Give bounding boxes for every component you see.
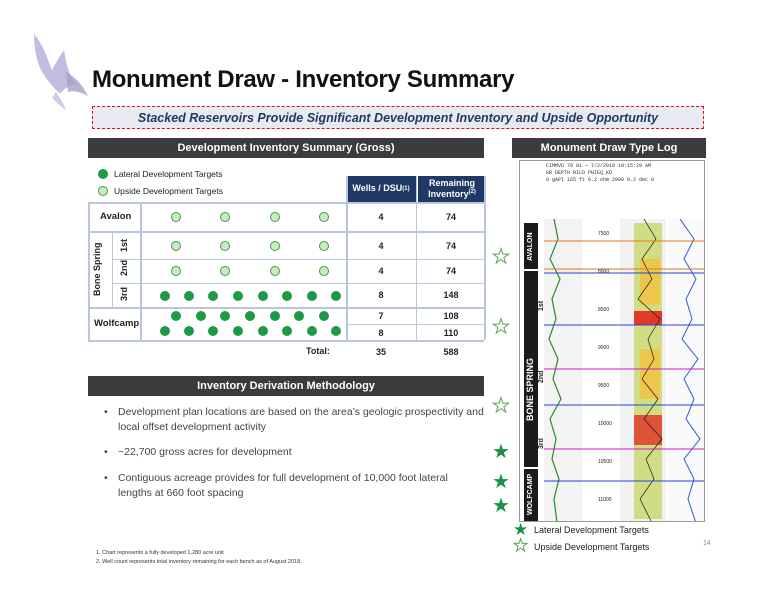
upside-well-dot	[270, 212, 280, 222]
upside-star-icon: ★	[492, 395, 511, 417]
upside-well-dot	[220, 266, 230, 276]
legend-upside: Upside Development Targets	[98, 186, 223, 196]
lateral-well-dot	[233, 291, 243, 301]
remaining-wolfcamp-2: 110	[443, 328, 459, 338]
total-label: Total:	[306, 346, 330, 356]
methodology-header: Inventory Derivation Methodology	[88, 376, 484, 396]
lateral-well-dot	[171, 311, 181, 321]
upside-well-dot	[171, 266, 181, 276]
footnote-1: 1. Chart represents a fully developed 1,…	[96, 550, 224, 556]
lateral-well-dot	[258, 326, 268, 336]
remaining-2nd: 74	[445, 266, 456, 276]
upside-well-dot	[319, 241, 329, 251]
log-tracks	[544, 219, 704, 521]
page-title: Monument Draw - Inventory Summary	[92, 66, 515, 93]
upside-well-dot	[319, 212, 329, 222]
lateral-well-dot	[307, 326, 317, 336]
log-legend-lateral: Lateral Development Targets	[534, 525, 649, 535]
bullet-item: Development plan locations are based on …	[104, 405, 484, 434]
page-number: 14	[703, 540, 711, 547]
upside-well-dot	[319, 266, 329, 276]
wells-avalon: 4	[378, 212, 384, 222]
upside-dot-icon	[98, 186, 108, 196]
wells-wolfcamp-2: 8	[378, 328, 384, 338]
bullet-item: ~22,700 gross acres for development	[104, 445, 484, 460]
lateral-well-dot	[282, 291, 292, 301]
lateral-well-dot	[307, 291, 317, 301]
lateral-well-dot	[196, 311, 206, 321]
wells-2nd: 4	[378, 266, 384, 276]
lateral-star-icon: ★	[492, 441, 510, 463]
lateral-well-dot	[294, 311, 304, 321]
total-wells: 35	[375, 347, 386, 357]
remaining-1st: 74	[445, 241, 456, 251]
row-label-wolfcamp: Wolfcamp	[94, 318, 140, 329]
company-logo	[34, 34, 88, 110]
legend-lateral: Lateral Development Targets	[98, 169, 223, 179]
zone-wolfcamp: WOLFCAMP	[527, 473, 534, 515]
row-label-1st: 1st	[119, 238, 129, 252]
total-remaining: 588	[443, 347, 459, 357]
lateral-well-dot	[319, 311, 329, 321]
banner: Stacked Reservoirs Provide Significant D…	[92, 106, 704, 129]
remaining-avalon: 74	[445, 212, 456, 222]
row-label-2nd: 2nd	[119, 259, 129, 276]
row-label-bone-spring: Bone Spring	[92, 242, 102, 297]
lateral-dot-icon	[98, 169, 108, 179]
zone-avalon: AVALON	[527, 232, 534, 261]
lateral-well-dot	[331, 326, 341, 336]
upside-star-icon: ★	[492, 246, 511, 268]
row-label-3rd: 3rd	[119, 286, 129, 301]
wells-wolfcamp-1: 7	[378, 311, 384, 321]
remaining-wolfcamp-1: 108	[443, 311, 459, 321]
wells-3rd: 8	[378, 290, 384, 300]
lateral-well-dot	[270, 311, 280, 321]
lateral-well-dot	[208, 291, 218, 301]
type-log-header: Monument Draw Type Log	[512, 138, 706, 158]
bullet-item: Contiguous acreage provides for full dev…	[104, 471, 484, 500]
zone-bone-spring: BONE SPRING	[525, 357, 535, 421]
upside-legend-star-icon: ★	[512, 536, 529, 555]
lateral-well-dot	[245, 311, 255, 321]
lateral-well-dot	[331, 291, 341, 301]
type-log-image: CIMMVD 79 81 — 7/2/2018 10:15:29 AM GR D…	[519, 160, 705, 522]
upside-well-dot	[220, 212, 230, 222]
upside-star-icon: ★	[492, 316, 511, 338]
lateral-well-dot	[184, 326, 194, 336]
log-legend-upside: Upside Development Targets	[534, 542, 650, 552]
lateral-well-dot	[258, 291, 268, 301]
lateral-star-icon: ★	[492, 471, 510, 493]
upside-well-dot	[171, 212, 181, 222]
lateral-well-dot	[184, 291, 194, 301]
methodology-list: Development plan locations are based on …	[104, 405, 484, 511]
upside-well-dot	[270, 266, 280, 276]
lateral-well-dot	[208, 326, 218, 336]
wells-dsu-header: Wells / DSU (1)	[346, 176, 416, 202]
row-label-avalon: Avalon	[100, 211, 132, 222]
lateral-star-icon: ★	[492, 495, 510, 517]
upside-well-dot	[270, 241, 280, 251]
footnote-2: 2. Well count represents total inventory…	[96, 559, 302, 565]
lateral-well-dot	[160, 291, 170, 301]
upside-well-dot	[220, 241, 230, 251]
lateral-well-dot	[233, 326, 243, 336]
inventory-summary-header: Development Inventory Summary (Gross)	[88, 138, 484, 158]
remaining-3rd: 148	[443, 290, 459, 300]
lateral-well-dot	[220, 311, 230, 321]
lateral-well-dot	[160, 326, 170, 336]
upside-well-dot	[171, 241, 181, 251]
wells-1st: 4	[378, 241, 384, 251]
lateral-well-dot	[282, 326, 292, 336]
remaining-inventory-header: Remaining Inventory(2)	[418, 176, 486, 202]
